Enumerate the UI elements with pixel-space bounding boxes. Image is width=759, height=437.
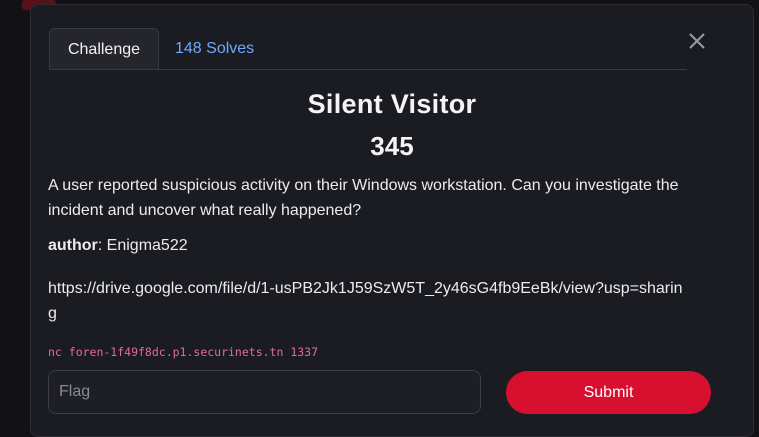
- author-label: author: [48, 237, 98, 254]
- tab-solves[interactable]: 148 Solves: [175, 28, 254, 69]
- challenge-points: 345: [370, 131, 414, 161]
- close-icon[interactable]: [687, 31, 707, 51]
- submit-button[interactable]: Submit: [506, 371, 711, 414]
- connection-command: nc foren-1f49f8dc.p1.securinets.tn 1337: [48, 345, 319, 359]
- challenge-author: author: Enigma522: [48, 237, 188, 255]
- tab-challenge[interactable]: Challenge: [49, 28, 159, 69]
- challenge-link[interactable]: https://drive.google.com/file/d/1-usPB2J…: [48, 276, 688, 326]
- flag-input[interactable]: [48, 370, 481, 414]
- challenge-modal: Challenge 148 Solves Silent Visitor 345 …: [30, 4, 754, 437]
- author-name: : Enigma522: [97, 237, 188, 254]
- challenge-description: A user reported suspicious activity on t…: [48, 177, 679, 219]
- challenge-title: Silent Visitor: [307, 89, 477, 119]
- tab-bar: Challenge 148 Solves: [49, 28, 687, 70]
